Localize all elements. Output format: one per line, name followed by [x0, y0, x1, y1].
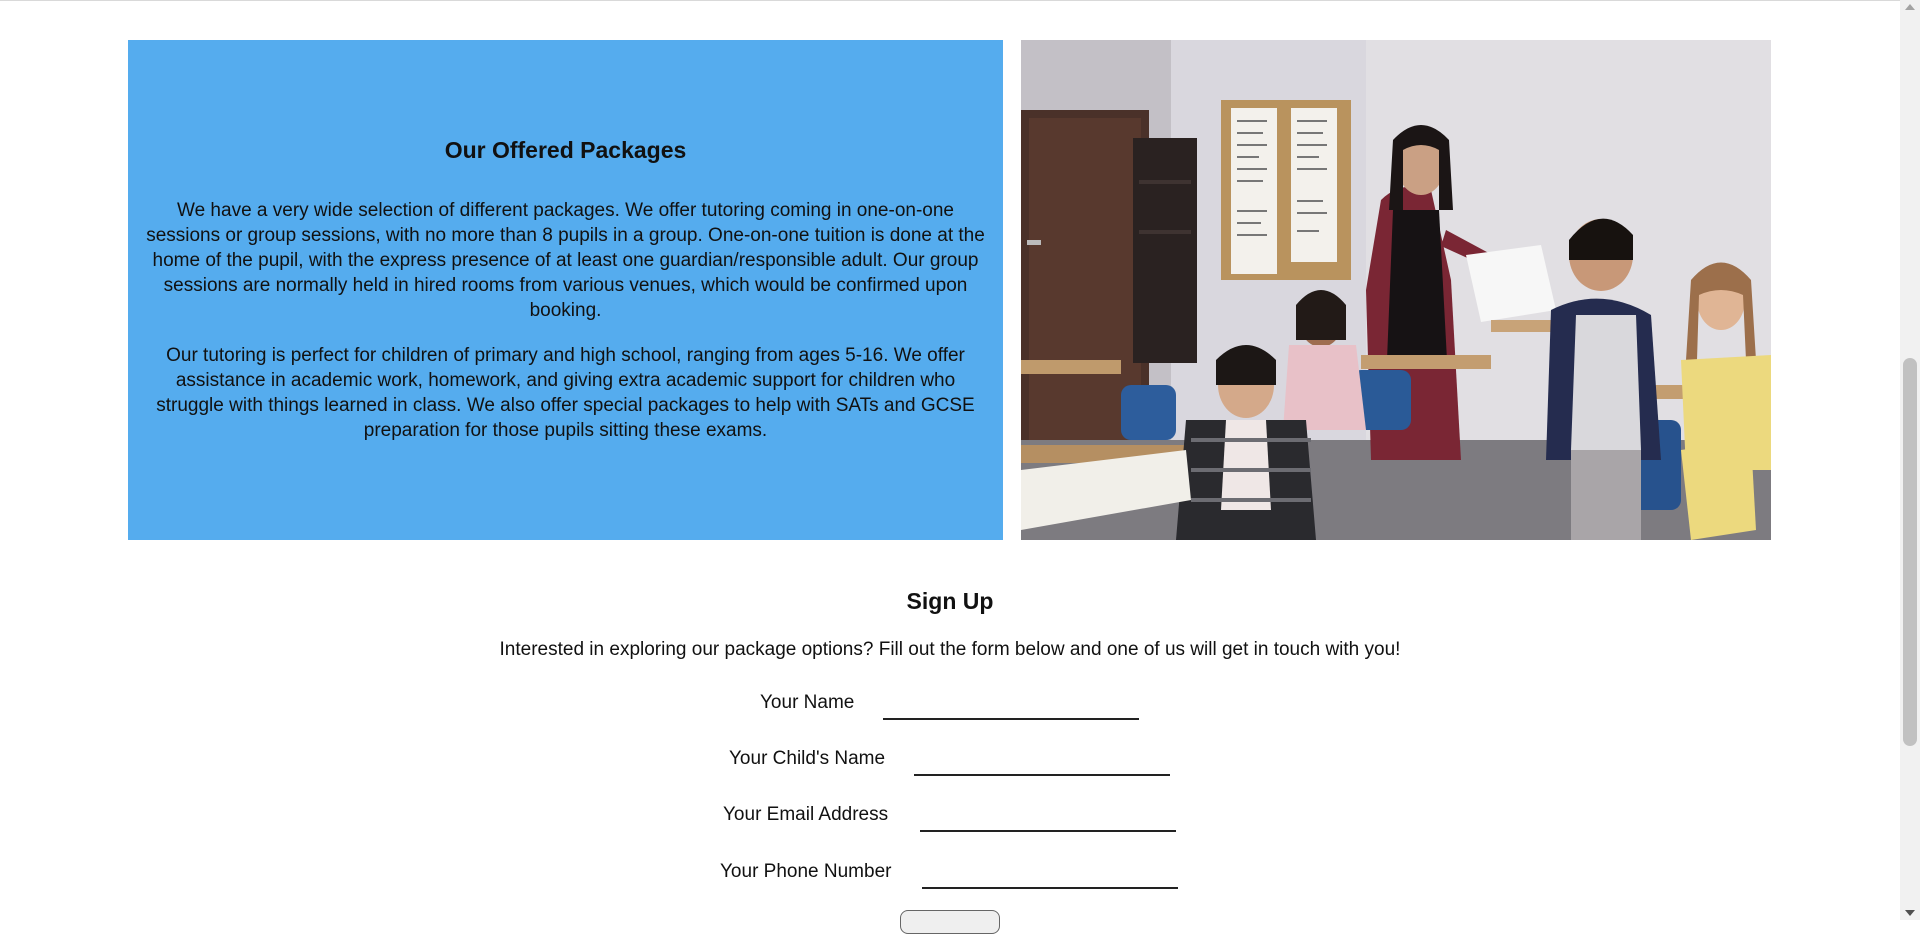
signup-intro: Interested in exploring our package opti…	[499, 639, 1401, 660]
classroom-photo	[1021, 40, 1771, 540]
child-name-input[interactable]	[914, 746, 1170, 776]
phone-field: Your Phone Number	[720, 859, 1190, 895]
child-name-field: Your Child's Name	[729, 746, 1170, 782]
name-field: Your Name	[760, 690, 1140, 726]
packages-paragraph-1: We have a very wide selection of differe…	[146, 200, 985, 321]
email-input[interactable]	[920, 802, 1176, 832]
signup-section: Sign Up Interested in exploring our pack…	[0, 588, 1900, 661]
scroll-up-arrow-icon[interactable]	[1905, 4, 1915, 10]
packages-paragraph-2: Our tutoring is perfect for children of …	[156, 345, 975, 441]
email-field: Your Email Address	[723, 802, 1183, 838]
signup-title: Sign Up	[906, 588, 994, 614]
phone-label: Your Phone Number	[720, 861, 892, 882]
child-name-label: Your Child's Name	[729, 748, 886, 769]
page: Our Offered Packages We have a very wide…	[0, 0, 1900, 934]
name-input[interactable]	[883, 690, 1139, 720]
email-label: Your Email Address	[723, 804, 889, 825]
packages-title: Our Offered Packages	[444, 137, 687, 163]
packages-panel: Our Offered Packages We have a very wide…	[128, 40, 1003, 540]
scroll-thumb[interactable]	[1903, 358, 1917, 746]
name-label: Your Name	[760, 692, 855, 713]
vertical-scrollbar[interactable]	[1900, 0, 1920, 920]
submit-button[interactable]	[900, 910, 1000, 934]
scroll-down-arrow-icon[interactable]	[1905, 910, 1915, 916]
phone-input[interactable]	[922, 859, 1178, 889]
